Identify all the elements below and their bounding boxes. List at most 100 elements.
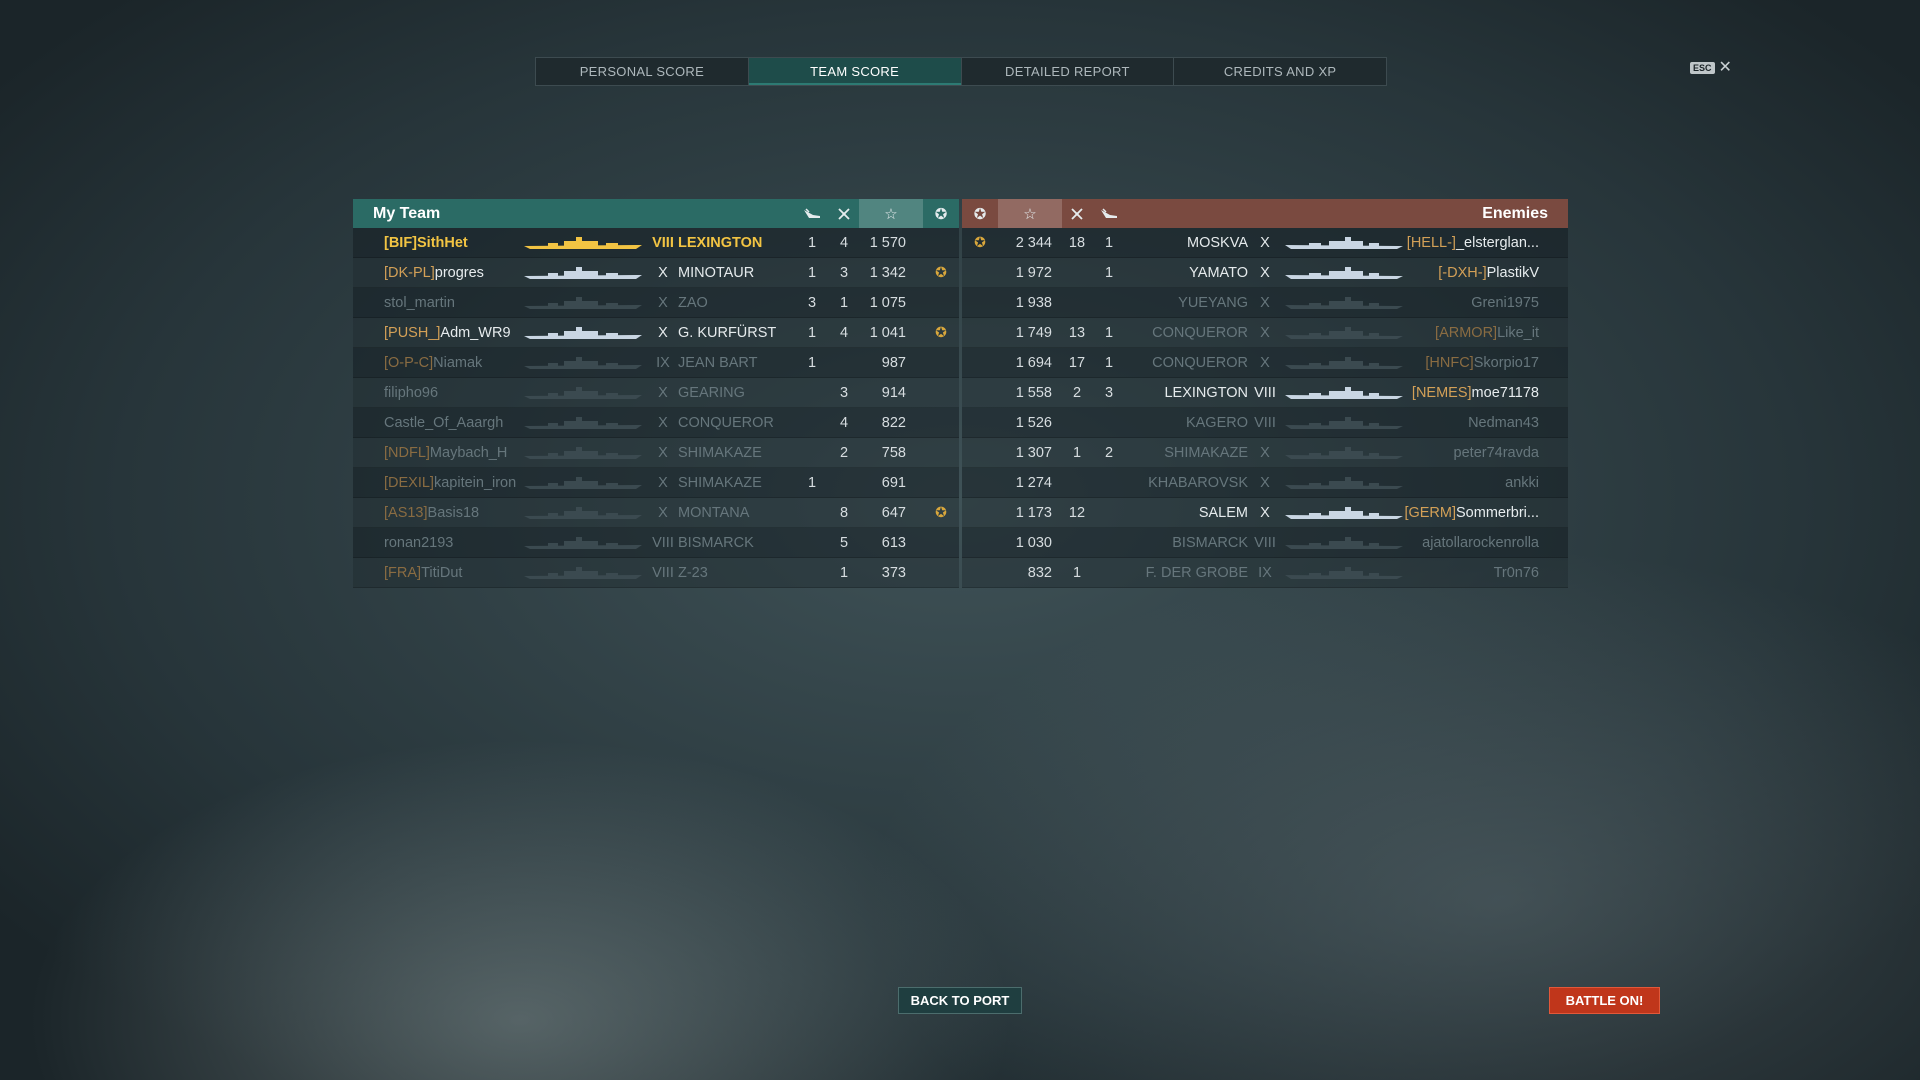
ship-name: JEAN BART [678,354,758,371]
player-row[interactable]: [PUSH_] Adm_WR9 X G. KURFÜRST 1 4 1 041 ✪ [353,318,959,348]
tab-team-score[interactable]: TEAM SCORE [748,58,962,85]
player-row[interactable]: 832 1 F. DER GROBE IX Tr0n76 [962,558,1568,588]
ship-silhouette [524,266,642,280]
ship-name: G. KURFÜRST [678,324,777,341]
star-icon: ☆ [998,199,1062,228]
planes-destroyed [800,408,824,437]
tab-detailed-report[interactable]: DETAILED REPORT [962,58,1175,85]
player-name: Tr0n76 [1494,558,1539,587]
player-nick: Greni1975 [1471,294,1539,311]
player-row[interactable]: 1 938 YUEYANG X Greni1975 [962,288,1568,318]
player-name: [DK-PL] progres [384,258,484,287]
player-row[interactable]: [AS13] Basis18 X MONTANA 8 647 ✪ [353,498,959,528]
player-row[interactable]: [DK-PL] progres X MINOTAUR 1 3 1 342 ✪ [353,258,959,288]
player-row[interactable]: 1 307 1 2 SHIMAKAZE Xpeter74ravda [962,438,1568,468]
ship-name: SHIMAKAZE [678,474,762,491]
ships-destroyed: 12 [1068,504,1086,521]
player-name: [ARMOR] Like_it [1435,318,1539,347]
planes-destroyed [800,528,824,557]
ship-tier: VIII [652,564,674,581]
player-nick: PlastikV [1486,264,1539,281]
player-nick: Niamak [433,354,483,371]
player-name: [HNFC] Skorpio17 [1425,348,1539,377]
player-row[interactable]: ✪ 2 344 18 1 MOSKVA X [HELL-] _elsterglan... [962,228,1568,258]
plane-kill-icon [797,199,827,228]
ship-tier: X [1260,324,1270,341]
planes-destroyed: 1 [1104,264,1114,281]
base-xp-score: 1 307 [1015,444,1052,461]
ship-tier: X [1260,444,1270,461]
player-name: [BIF] SithHet [384,228,468,257]
ships-destroyed: 2 [1072,384,1082,401]
planes-destroyed: 1 [1104,234,1114,251]
planes-destroyed: 3 [807,294,817,311]
player-row[interactable]: ronan2193 VIII BISMARCK 5 613 [353,528,959,558]
base-xp-score: 914 [881,384,906,401]
player-row[interactable]: filipho96 X GEARING 3 914 [353,378,959,408]
my-team-panel: My Team ☆ ✪ [BIF] SithHet VIII LEXINGTON 1 4 1… [353,199,959,588]
ship-name: LEXINGTON [678,234,763,251]
ship-name: LEXINGTON [1164,384,1248,401]
ship-tier: X [1260,234,1270,251]
base-xp-score: 1 030 [1015,534,1052,551]
clan-tag: [NEMES] [1411,384,1472,401]
ship-silhouette [524,476,642,490]
player-row[interactable]: [BIF] SithHet VIII LEXINGTON 1 4 1 570 [353,228,959,258]
ship-tier: X [658,504,668,521]
ship-silhouette [1285,236,1403,250]
player-nick: ronan2193 [384,534,454,551]
player-name: [AS13] Basis18 [384,498,479,527]
ship-silhouette [1285,476,1403,490]
base-xp-score: 1 558 [1015,384,1052,401]
player-row[interactable]: 1 749 13 1 CONQUEROR X [ARMOR] Like_it [962,318,1568,348]
player-row[interactable]: 1 972 1 YAMATO X [-DXH-] PlastikV [962,258,1568,288]
player-row[interactable]: 1 558 2 3 LEXINGTON VIII [NEMES] moe71178 [962,378,1568,408]
ships-destroyed [1065,288,1089,317]
tab-credits-and-xp[interactable]: CREDITS AND XP [1174,58,1386,85]
player-row[interactable]: 1 030 BISMARCK VIII ajatollarockenrolla [962,528,1568,558]
ship-silhouette [524,416,642,430]
player-nick: Maybach_H [429,444,508,461]
planes-destroyed [800,438,824,467]
back-to-port-button[interactable]: BACK TO PORT [898,987,1022,1014]
player-row[interactable]: [NDFL] Maybach_H X SHIMAKAZE 2 758 [353,438,959,468]
planes-destroyed: 1 [807,264,817,281]
player-row[interactable]: 1 694 17 1 CONQUEROR X [HNFC] Skorpio17 [962,348,1568,378]
ship-kill-icon [829,199,859,228]
player-row[interactable]: [DEXIL] kapitein_iron X SHIMAKAZE 1 691 [353,468,959,498]
ship-tier: X [1260,264,1270,281]
player-row[interactable]: [FRA] TitiDut VIII Z-23 1 373 [353,558,959,588]
ship-silhouette [1285,356,1403,370]
base-xp-score: 758 [881,444,906,461]
player-row[interactable]: 1 526 KAGERO VIII Nedman43 [962,408,1568,438]
enemy-rows: ✪ 2 344 18 1 MOSKVA X [HELL-] _elsterglan... 1 9… [962,228,1568,588]
ship-silhouette [1285,446,1403,460]
planes-destroyed [1097,498,1121,527]
ships-destroyed [1065,528,1089,557]
planes-destroyed [1097,408,1121,437]
ships-destroyed [1065,408,1089,437]
player-row[interactable]: stol_martin X ZAO 3 1 1 075 [353,288,959,318]
ship-name: CONQUEROR [1152,324,1248,341]
base-xp-score: 1 075 [869,294,906,311]
player-row[interactable]: 1 173 12 SALEM X [GERM] Sommerbri... [962,498,1568,528]
ship-name: SHIMAKAZE [678,444,762,461]
ship-tier: VIII [1254,384,1276,401]
player-nick: Adm_WR9 [440,324,511,341]
tab-personal-score[interactable]: PERSONAL SCORE [536,58,749,85]
player-row[interactable]: [O-P-C] Niamak IX JEAN BART 1 987 [353,348,959,378]
player-nick: progres [434,264,484,281]
clan-tag: [-DXH-] [1438,264,1487,281]
clan-tag: [BIF] [384,234,418,251]
ship-name: CONQUEROR [678,414,774,431]
base-xp-score: 1 041 [869,324,906,341]
medal-icon [931,438,951,467]
battle-on-button[interactable]: BATTLE ON! [1549,987,1660,1014]
ship-tier: X [1260,354,1270,371]
planes-destroyed [800,378,824,407]
player-row[interactable]: 1 274 KHABAROVSK Xankki [962,468,1568,498]
ship-tier: X [658,474,668,491]
player-row[interactable]: Castle_Of_Aaargh X CONQUEROR 4 822 [353,408,959,438]
player-name: stol_martin [384,288,455,317]
close-button[interactable]: ESC ✕ [1690,60,1732,76]
